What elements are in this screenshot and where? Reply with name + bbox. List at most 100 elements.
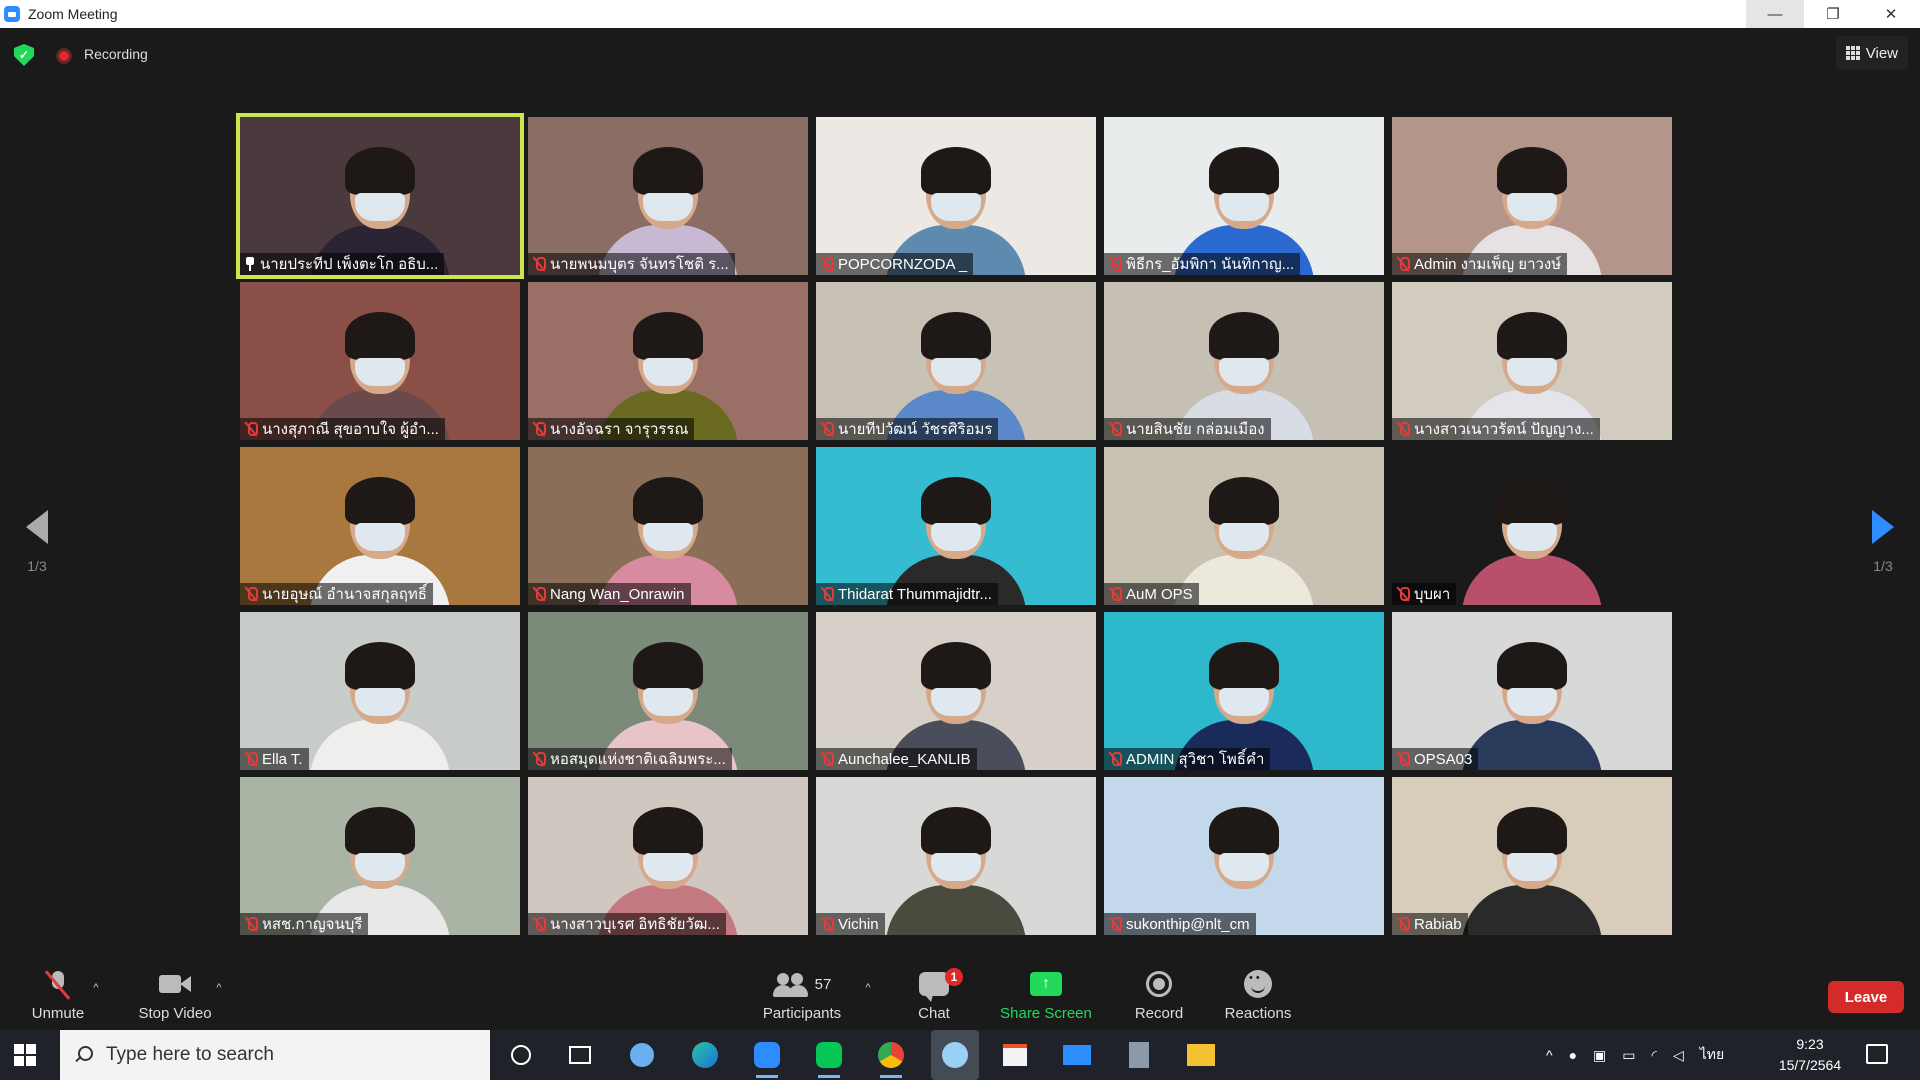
participant-video-tile[interactable]: Ella T. bbox=[240, 612, 520, 770]
participant-video-tile[interactable]: Vichin bbox=[816, 777, 1096, 935]
system-tray: ^ ● ▣ ▭ ◜ ◁ ไทย bbox=[1546, 1030, 1724, 1080]
participant-video-tile[interactable]: นายพนมบุตร จันทรโชติ ร... bbox=[528, 117, 808, 275]
windows-taskbar: Type here to search ^ ● ▣ ▭ ◜ ◁ ไทย 9:23… bbox=[0, 1030, 1920, 1080]
participant-video-tile[interactable]: Aunchalee_KANLIB bbox=[816, 612, 1096, 770]
zoom-app-icon bbox=[4, 6, 20, 22]
participant-name: นายสินชัย กล่อมเมือง bbox=[1126, 421, 1265, 438]
participant-video-tile[interactable]: Admin งามเพ็ญ ยาวงษ์ bbox=[1392, 117, 1672, 275]
participant-video-tile[interactable]: นายทีปวัฒน์ วัชรศิริอมร bbox=[816, 282, 1096, 440]
show-hidden-icons-icon[interactable]: ^ bbox=[1546, 1047, 1553, 1063]
arrow-left-icon[interactable] bbox=[26, 510, 48, 544]
paint-app-icon[interactable] bbox=[627, 1040, 657, 1070]
paint-3d-taskbar-icon[interactable] bbox=[931, 1030, 979, 1080]
participant-video-tile[interactable]: หอสมุดแห่งชาติเฉลิมพระ... bbox=[528, 612, 808, 770]
participant-name-bar: Ella T. bbox=[240, 748, 309, 770]
participant-video-feed bbox=[305, 640, 455, 770]
volume-icon[interactable]: ◁ bbox=[1673, 1047, 1684, 1064]
participant-video-tile[interactable]: นางอัจฉรา จารุวรรณ bbox=[528, 282, 808, 440]
muted-mic-icon bbox=[820, 586, 834, 602]
participant-video-tile[interactable]: AuM OPS bbox=[1104, 447, 1384, 605]
leave-meeting-button[interactable]: Leave bbox=[1828, 981, 1904, 1013]
microphone-tray-icon[interactable]: ● bbox=[1569, 1047, 1577, 1063]
participants-caret-icon[interactable]: ^ bbox=[862, 982, 874, 994]
settings-tray-icon[interactable]: ▣ bbox=[1593, 1047, 1606, 1064]
participant-video-tile[interactable]: นางสาวเนาวรัตน์ ปัญญาง... bbox=[1392, 282, 1672, 440]
participant-name-bar: AuM OPS bbox=[1104, 583, 1199, 605]
taskbar-search-box[interactable]: Type here to search bbox=[60, 1030, 490, 1080]
audio-options-caret-icon[interactable]: ^ bbox=[90, 982, 102, 994]
participant-video-tile[interactable]: sukonthip@nlt_cm bbox=[1104, 777, 1384, 935]
participant-video-tile[interactable]: นายประทีป เพ็งตะโก อธิบ... bbox=[236, 113, 524, 279]
windows-start-icon[interactable] bbox=[14, 1044, 36, 1066]
participant-name: ADMIN สุวิชา โพธิ์คำ bbox=[1126, 751, 1265, 768]
muted-mic-icon bbox=[820, 256, 834, 272]
participant-name: นายประทีป เพ็งตะโก อธิบ... bbox=[260, 256, 439, 273]
muted-mic-icon bbox=[1396, 586, 1410, 602]
arrow-right-icon[interactable] bbox=[1872, 510, 1894, 544]
previous-page-nav[interactable]: 1/3 bbox=[12, 510, 62, 574]
participant-video-tile[interactable]: Rabiab bbox=[1392, 777, 1672, 935]
search-icon bbox=[74, 1046, 93, 1064]
chrome-browser-icon[interactable] bbox=[876, 1040, 906, 1078]
reactions-button[interactable]: Reactions bbox=[1220, 960, 1296, 1028]
taskbar-clock[interactable]: 9:23 15/7/2564 bbox=[1764, 1034, 1856, 1076]
share-screen-button[interactable]: ↑ Share Screen bbox=[996, 960, 1096, 1028]
participant-name-bar: Thidarat Thummajidtr... bbox=[816, 583, 998, 605]
stop-video-button[interactable]: Stop Video bbox=[130, 960, 220, 1028]
clock-time: 9:23 bbox=[1796, 1036, 1824, 1052]
participant-name-bar: Aunchalee_KANLIB bbox=[816, 748, 977, 770]
record-label: Record bbox=[1134, 1005, 1184, 1022]
battery-icon[interactable]: ▭ bbox=[1622, 1047, 1635, 1064]
muted-mic-icon bbox=[1396, 751, 1410, 767]
muted-mic-icon bbox=[1108, 421, 1122, 437]
microsoft-store-icon[interactable] bbox=[1000, 1040, 1030, 1070]
participant-name-bar: Nang Wan_Onrawin bbox=[528, 583, 691, 605]
participant-video-tile[interactable]: นายอุษณ์ อำนาจสกุลฤทธิ์ bbox=[240, 447, 520, 605]
participant-video-tile[interactable]: OPSA03 bbox=[1392, 612, 1672, 770]
participant-video-tile[interactable]: บุบผา bbox=[1392, 447, 1672, 605]
file-explorer-icon[interactable] bbox=[1186, 1040, 1216, 1070]
edge-browser-icon[interactable] bbox=[690, 1040, 720, 1070]
participant-name: นายพนมบุตร จันทรโชติ ร... bbox=[550, 256, 729, 273]
participants-button[interactable]: 57 Participants bbox=[756, 960, 848, 1028]
participant-name: นางสาวบุเรศ อิทธิชัยวัฒ... bbox=[550, 916, 720, 933]
security-shield-icon[interactable] bbox=[14, 44, 34, 66]
notifications-icon[interactable] bbox=[1866, 1044, 1888, 1064]
mail-app-icon[interactable] bbox=[1062, 1040, 1092, 1070]
close-button[interactable]: ✕ bbox=[1862, 0, 1920, 28]
participant-name: Aunchalee_KANLIB bbox=[838, 750, 971, 768]
chat-button[interactable]: 1 Chat bbox=[904, 960, 964, 1028]
next-page-nav[interactable]: 1/3 bbox=[1858, 510, 1908, 574]
participant-video-tile[interactable]: POPCORNZODA _ bbox=[816, 117, 1096, 275]
participant-video-tile[interactable]: Nang Wan_Onrawin bbox=[528, 447, 808, 605]
participant-name-bar: Vichin bbox=[816, 913, 885, 935]
participant-name: นายอุษณ์ อำนาจสกุลฤทธิ์ bbox=[262, 586, 427, 603]
zoom-taskbar-icon[interactable] bbox=[752, 1040, 782, 1078]
unmute-button[interactable]: Unmute bbox=[22, 960, 94, 1028]
participant-video-tile[interactable]: นางสาวบุเรศ อิทธิชัยวัฒ... bbox=[528, 777, 808, 935]
line-app-icon[interactable] bbox=[814, 1040, 844, 1078]
muted-mic-icon bbox=[532, 751, 546, 767]
participant-name-bar: นางสุภาณี สุขอาบใจ ผู้อำ... bbox=[240, 418, 445, 440]
record-button[interactable]: Record bbox=[1128, 960, 1190, 1028]
participant-video-tile[interactable]: พิธีกร_อัมพิกา นันทิกาญ... bbox=[1104, 117, 1384, 275]
task-view-icon[interactable] bbox=[565, 1040, 595, 1070]
wifi-icon[interactable]: ◜ bbox=[1652, 1047, 1657, 1064]
restore-button[interactable]: ❐ bbox=[1804, 0, 1862, 28]
participant-video-tile[interactable]: นางสุภาณี สุขอาบใจ ผู้อำ... bbox=[240, 282, 520, 440]
language-indicator[interactable]: ไทย bbox=[1700, 1044, 1724, 1066]
minimize-button[interactable]: — bbox=[1746, 0, 1804, 28]
video-options-caret-icon[interactable]: ^ bbox=[213, 982, 225, 994]
cortana-icon[interactable] bbox=[506, 1040, 536, 1070]
participant-name-bar: นางสาวเนาวรัตน์ ปัญญาง... bbox=[1392, 418, 1600, 440]
participant-video-tile[interactable]: Thidarat Thummajidtr... bbox=[816, 447, 1096, 605]
participant-video-feed bbox=[1457, 805, 1607, 935]
participant-video-tile[interactable]: นายสินชัย กล่อมเมือง bbox=[1104, 282, 1384, 440]
participant-video-tile[interactable]: หสช.กาญจนบุรี bbox=[240, 777, 520, 935]
recording-dot-icon bbox=[56, 48, 72, 64]
view-label: View bbox=[1865, 44, 1898, 62]
participant-video-tile[interactable]: ADMIN สุวิชา โพธิ์คำ bbox=[1104, 612, 1384, 770]
view-button[interactable]: View bbox=[1835, 36, 1908, 70]
participant-video-feed bbox=[1457, 640, 1607, 770]
calculator-app-icon[interactable] bbox=[1124, 1040, 1154, 1070]
